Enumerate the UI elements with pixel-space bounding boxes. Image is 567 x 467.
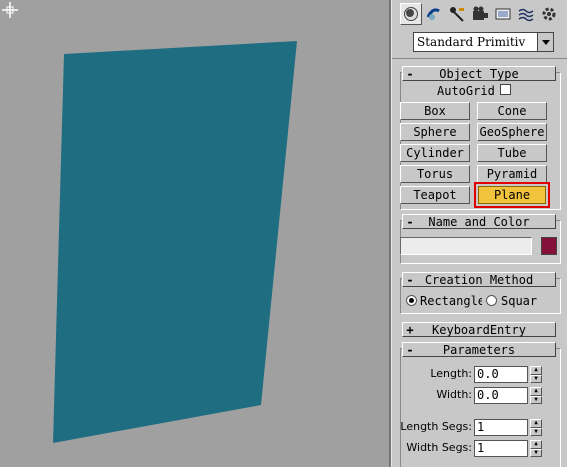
modify-tab[interactable] <box>423 3 445 25</box>
parameters-rollout-header[interactable]: - Parameters <box>402 342 556 357</box>
keyboard-entry-rollout-header[interactable]: + KeyboardEntry <box>402 322 556 337</box>
object-type-rollout: - Object Type AutoGrid Box Cone Sphere G… <box>400 64 561 210</box>
spinner-up-icon[interactable]: ▲ <box>530 366 542 375</box>
rectangle-radio[interactable] <box>406 295 417 306</box>
square-label: Squar <box>501 294 538 308</box>
collapse-icon: - <box>406 214 414 229</box>
spinner-arrows[interactable]: ▲ ▼ <box>530 419 542 436</box>
cylinder-button[interactable]: Cylinder <box>400 144 470 162</box>
box-button[interactable]: Box <box>400 102 470 120</box>
spinner-down-icon[interactable]: ▼ <box>530 374 542 383</box>
spinner-up-icon[interactable]: ▲ <box>530 387 542 396</box>
parameters-rollout: - Parameters Length: 0.0 ▲ ▼ Width: 0.0 ▲… <box>400 340 561 467</box>
square-radio[interactable] <box>486 295 497 306</box>
length-spinner[interactable]: 0.0 ▲ ▼ <box>474 366 542 383</box>
length-segs-label: Length Segs: <box>400 420 472 433</box>
autogrid-label: AutoGrid <box>437 84 495 98</box>
expand-icon: + <box>406 322 414 337</box>
collapse-icon: - <box>406 342 414 357</box>
primitive-category-dropdown[interactable]: Standard Primitiv <box>413 32 554 52</box>
perspective-viewport[interactable] <box>0 0 389 467</box>
settings-tab[interactable] <box>538 3 560 25</box>
name-and-color-rollout-header[interactable]: - Name and Color <box>402 214 556 229</box>
creation-method-title: Creation Method <box>424 272 534 287</box>
cone-button[interactable]: Cone <box>477 102 547 120</box>
keyboard-entry-rollout: + KeyboardEntry <box>400 320 561 338</box>
width-segs-input[interactable]: 1 <box>474 440 528 457</box>
length-segs-input[interactable]: 1 <box>474 419 528 436</box>
motion-tab-icon <box>473 6 488 20</box>
width-segs-spinner[interactable]: 1 ▲ ▼ <box>474 440 542 457</box>
spinner-up-icon[interactable]: ▲ <box>530 419 542 428</box>
creation-method-rollout: - Creation Method Rectangle Squar <box>400 270 561 314</box>
width-input[interactable]: 0.0 <box>474 387 528 404</box>
utilities-tab[interactable] <box>515 3 537 25</box>
plane-object <box>53 41 297 443</box>
modify-tab-icon <box>426 8 440 20</box>
create-tab-icon <box>404 7 418 21</box>
display-tab[interactable] <box>492 3 514 25</box>
spinner-up-icon[interactable]: ▲ <box>530 440 542 449</box>
utilities-tab-icon <box>518 8 534 22</box>
command-panel: Standard Primitiv - Object Type AutoGrid… <box>391 0 567 467</box>
name-and-color-rollout: - Name and Color <box>400 212 561 264</box>
length-input[interactable]: 0.0 <box>474 366 528 383</box>
spinner-down-icon[interactable]: ▼ <box>530 427 542 436</box>
tube-button[interactable]: Tube <box>477 144 547 162</box>
dropdown-value: Standard Primitiv <box>417 35 526 49</box>
object-name-input[interactable] <box>400 237 532 255</box>
spinner-down-icon[interactable]: ▼ <box>530 448 542 457</box>
create-tab[interactable] <box>400 3 422 25</box>
chevron-down-icon[interactable] <box>537 33 553 51</box>
spinner-arrows[interactable]: ▲ ▼ <box>530 387 542 404</box>
collapse-icon: - <box>406 66 414 81</box>
gear-icon <box>542 7 556 21</box>
display-tab-icon <box>495 8 511 20</box>
hierarchy-tab[interactable] <box>446 3 468 25</box>
rectangle-label: Rectangle <box>420 294 482 308</box>
parameters-title: Parameters <box>442 342 516 357</box>
torus-button[interactable]: Torus <box>400 165 470 183</box>
command-panel-tabs <box>400 3 560 27</box>
teapot-button[interactable]: Teapot <box>400 186 470 204</box>
length-segs-spinner[interactable]: 1 ▲ ▼ <box>474 419 542 436</box>
pyramid-button[interactable]: Pyramid <box>477 165 547 183</box>
autogrid-checkbox[interactable] <box>500 84 511 95</box>
plane-button[interactable]: Plane <box>478 186 546 204</box>
name-and-color-title: Name and Color <box>428 214 530 229</box>
width-spinner[interactable]: 0.0 ▲ ▼ <box>474 387 542 404</box>
collapse-icon: - <box>406 272 414 287</box>
crosshair-cursor-icon <box>2 2 18 18</box>
motion-tab[interactable] <box>469 3 491 25</box>
object-type-rollout-header[interactable]: - Object Type <box>402 66 556 81</box>
spinner-down-icon[interactable]: ▼ <box>530 395 542 404</box>
panel-divider <box>392 58 567 59</box>
keyboard-entry-title: KeyboardEntry <box>432 322 526 337</box>
length-label: Length: <box>430 367 472 380</box>
geosphere-button[interactable]: GeoSphere <box>477 123 547 141</box>
spinner-arrows[interactable]: ▲ ▼ <box>530 366 542 383</box>
creation-method-rollout-header[interactable]: - Creation Method <box>402 272 556 287</box>
hierarchy-tab-icon <box>450 7 464 22</box>
object-type-title: Object Type <box>439 66 519 81</box>
object-color-swatch[interactable] <box>541 237 557 255</box>
viewport-canvas[interactable] <box>0 0 389 467</box>
spinner-arrows[interactable]: ▲ ▼ <box>530 440 542 457</box>
sphere-button[interactable]: Sphere <box>400 123 470 141</box>
width-segs-label: Width Segs: <box>406 441 472 454</box>
width-label: Width: <box>436 388 472 401</box>
